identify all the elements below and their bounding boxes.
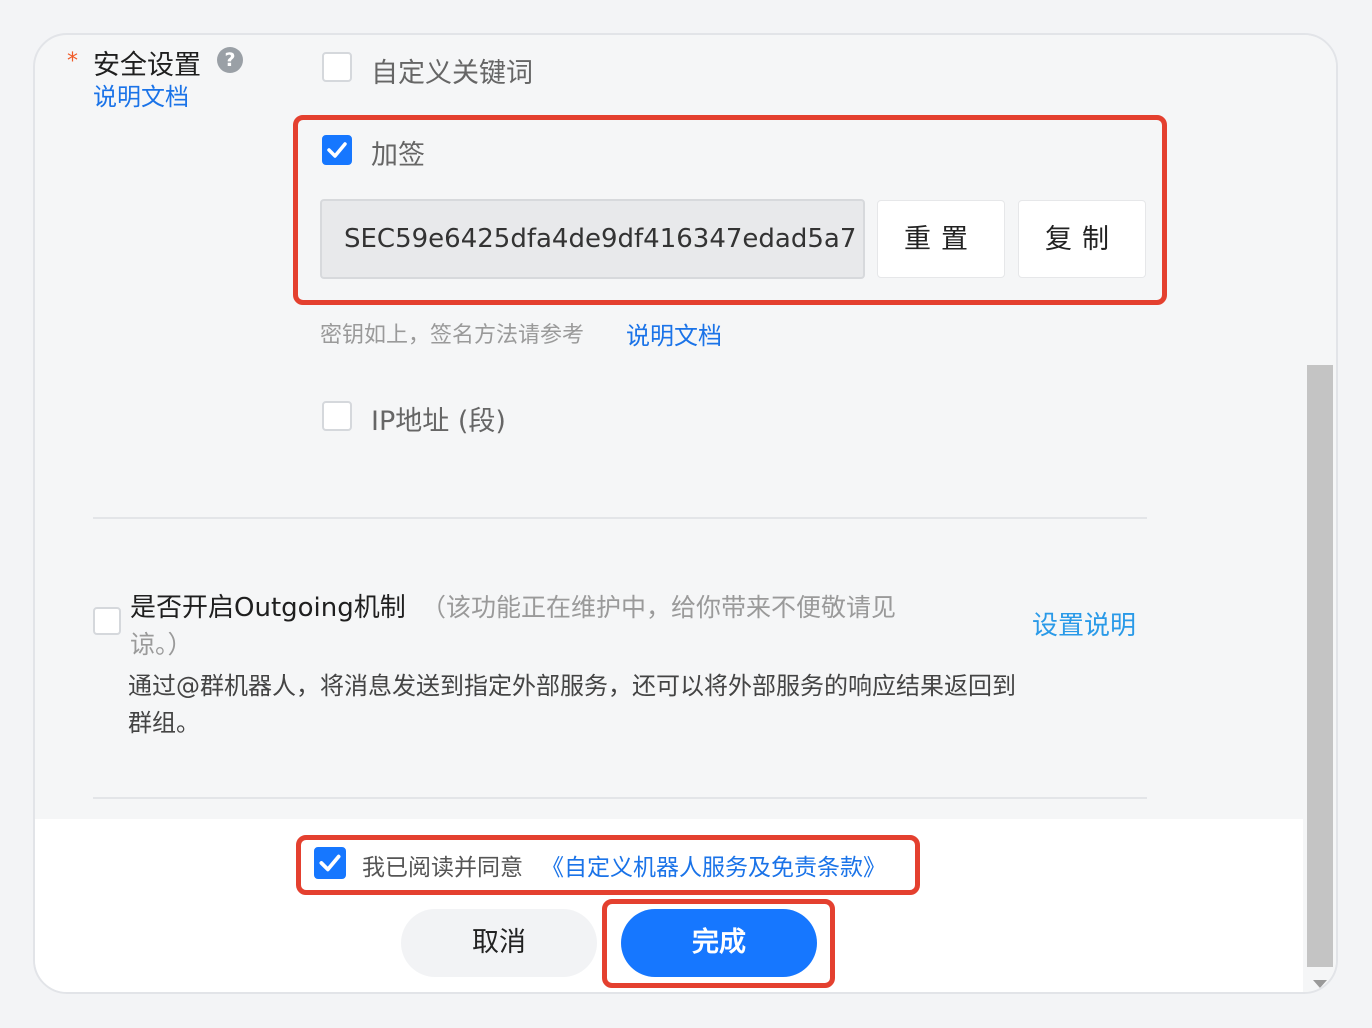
outgoing-title: 是否开启Outgoing机制 (130, 593, 406, 623)
scroll-down-arrow-icon[interactable] (1311, 978, 1329, 990)
sign-option-label: 加签 (371, 140, 425, 171)
outgoing-settings-link[interactable]: 设置说明 (1032, 605, 1136, 642)
signing-doc-link[interactable]: 说明文档 (626, 316, 722, 351)
keyword-checkbox[interactable] (322, 52, 352, 82)
ip-checkbox[interactable] (322, 401, 352, 431)
secret-key-field[interactable]: SEC59e6425dfa4de9df416347edad5a7 (320, 199, 865, 279)
section-divider-2 (93, 797, 1147, 799)
check-icon (319, 854, 341, 872)
copy-button[interactable]: 复制 (1018, 200, 1146, 278)
sign-checkbox[interactable] (322, 135, 352, 165)
required-mark: * (67, 49, 78, 74)
security-doc-link[interactable]: 说明文档 (93, 77, 189, 112)
check-icon (327, 142, 347, 158)
cancel-button[interactable]: 取消 (401, 909, 597, 977)
outgoing-maintenance-note: （该功能正在维护中，给你带来不便敬请见 (421, 593, 897, 622)
outgoing-description-cont: 群组。 (128, 709, 200, 737)
outgoing-checkbox[interactable] (93, 607, 121, 635)
section-divider (93, 517, 1147, 519)
agreement-terms-link[interactable]: 《自定义机器人服务及免责条款》 (541, 848, 886, 882)
outgoing-description: 通过@群机器人，将消息发送到指定外部服务，还可以将外部服务的响应结果返回到 (128, 672, 1016, 700)
reset-button[interactable]: 重置 (877, 200, 1005, 278)
ip-option-label: IP地址 (段) (371, 406, 506, 437)
secret-hint-text: 密钥如上，签名方法请参考 (320, 323, 585, 348)
help-icon[interactable]: ? (217, 47, 243, 73)
agreement-checkbox[interactable] (314, 847, 346, 879)
done-button[interactable]: 完成 (621, 909, 817, 977)
keyword-option-label: 自定义关键词 (371, 58, 533, 89)
robot-settings-dialog: * 安全设置 ? 说明文档 自定义关键词 加签 SEC59e6425dfa4de… (33, 33, 1338, 994)
scrollbar-thumb[interactable] (1307, 365, 1333, 967)
outgoing-maintenance-note-cont: 谅。） (130, 630, 193, 659)
agreement-text: 我已阅读并同意 (362, 855, 523, 881)
